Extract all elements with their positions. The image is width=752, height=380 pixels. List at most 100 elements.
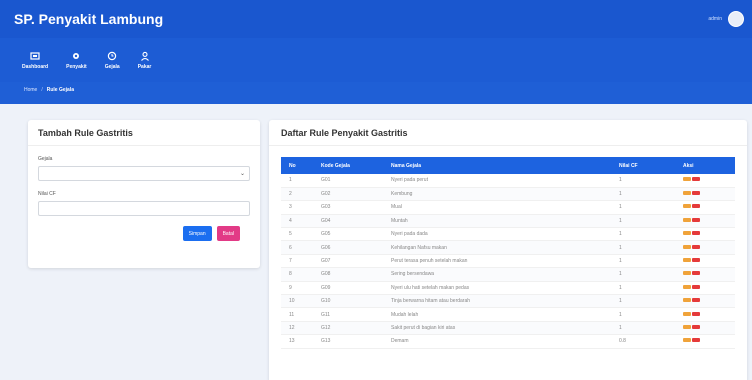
form-actions: Simpan Batal [38,226,250,241]
cell-kode: G07 [313,254,383,269]
delete-button[interactable] [692,244,700,249]
nav-item-pakar[interactable]: Pakar [137,51,152,70]
table-row: 5 G05 Nyeri pada dada 1 [281,227,735,242]
delete-button[interactable] [692,217,700,222]
cancel-button[interactable]: Batal [216,226,240,241]
cell-nilai: 1 [611,307,675,322]
cell-no: 5 [281,227,313,242]
cell-nama: Perut terasa penuh setelah makan [383,254,611,269]
cell-no: 9 [281,281,313,296]
cell-aksi [675,254,735,269]
delete-button[interactable] [692,204,700,209]
breadcrumb-current: Rule Gejala [46,87,74,93]
edit-button[interactable] [683,244,691,249]
table-row: 9 G09 Nyeri ulu hati setelah makan pedas 1 [281,281,735,296]
table-row: 1 G01 Nyeri pada perut 1 [281,174,735,188]
delete-button[interactable] [692,258,700,263]
nav-label-pakar: Pakar [137,63,152,70]
cell-nama: Nyeri pada perut [383,174,611,188]
cell-nama: Sering bersendawa [383,267,611,282]
cell-nilai: 1 [611,187,675,202]
edit-button[interactable] [683,298,691,303]
col-aksi: Aksi [675,157,735,174]
gejala-select[interactable]: ⌄ [38,166,250,181]
breadcrumb-home[interactable]: Home [24,87,37,93]
table-row: 4 G04 Muntah 1 [281,214,735,229]
cell-aksi [675,281,735,296]
delete-button[interactable] [692,284,700,289]
cell-aksi [675,240,735,255]
user-menu[interactable]: admin [708,11,744,27]
cell-nama: Mual [383,200,611,215]
col-kode: Kode Gejala [313,157,383,174]
cell-no: 2 [281,187,313,202]
cell-no: 7 [281,254,313,269]
edit-button[interactable] [683,284,691,289]
cell-aksi [675,334,735,349]
cell-nama: Kembung [383,187,611,202]
delete-button[interactable] [692,191,700,196]
cell-kode: G04 [313,214,383,229]
avatar[interactable] [728,11,744,27]
edit-button[interactable] [683,177,691,182]
edit-button[interactable] [683,338,691,343]
cell-nama: Tinja berwarna hitam atau berdarah [383,294,611,309]
cell-kode: G05 [313,227,383,242]
save-button[interactable]: Simpan [182,226,212,241]
cell-kode: G06 [313,240,383,255]
edit-button[interactable] [683,311,691,316]
delete-button[interactable] [692,311,700,316]
cell-nilai: 0.8 [611,334,675,349]
delete-button[interactable] [692,177,700,182]
cell-no: 8 [281,267,313,282]
edit-button[interactable] [683,217,691,222]
delete-button[interactable] [692,271,700,276]
cell-aksi [675,187,735,202]
delete-button[interactable] [692,338,700,343]
nav-label-dashboard: Dashboard [22,63,49,70]
add-rule-form: Gejala ⌄ Nilai CF Simpan Batal [28,146,260,241]
col-nama: Nama Gejala [383,157,611,174]
cell-no: 4 [281,214,313,229]
edit-button[interactable] [683,231,691,236]
nav-item-penyakit[interactable]: Penyakit [66,51,87,70]
edit-button[interactable] [683,258,691,263]
delete-button[interactable] [692,231,700,236]
cell-nilai: 1 [611,281,675,296]
edit-button[interactable] [683,204,691,209]
cell-aksi [675,174,735,188]
table-row: 11 G11 Mudah lelah 1 [281,307,735,322]
delete-button[interactable] [692,298,700,303]
cell-nilai: 1 [611,267,675,282]
nav-item-gejala[interactable]: Gejala [105,51,120,70]
cell-no: 10 [281,294,313,309]
cell-nama: Nyeri pada dada [383,227,611,242]
user-name: admin [708,16,722,22]
cell-kode: G12 [313,321,383,336]
nilai-cf-input[interactable] [38,201,250,216]
app-title: SP. Penyakit Lambung [14,11,164,27]
delete-button[interactable] [692,324,700,329]
cell-nilai: 1 [611,214,675,229]
add-rule-title: Tambah Rule Gastritis [28,120,260,146]
cell-kode: G03 [313,200,383,215]
nav-item-dashboard[interactable]: Dashboard [22,51,48,70]
edit-button[interactable] [683,324,691,329]
edit-button[interactable] [683,271,691,276]
table-row: 2 G02 Kembung 1 [281,187,735,202]
user-icon [140,51,149,61]
cell-nilai: 1 [611,174,675,188]
cell-no: 1 [281,174,313,188]
rule-list-title: Daftar Rule Penyakit Gastritis [269,120,747,146]
cell-nilai: 1 [611,254,675,269]
main-content: Tambah Rule Gastritis Gejala ⌄ Nilai CF … [0,104,752,380]
cell-nilai: 1 [611,240,675,255]
virus-icon [73,52,80,59]
cell-aksi [675,200,735,215]
edit-button[interactable] [683,191,691,196]
cell-aksi [675,214,735,229]
cell-kode: G11 [313,307,383,322]
cell-nama: Kehilangan Nafsu makan [383,240,611,255]
gejala-label: Gejala [38,156,53,162]
cell-nama: Demam [383,334,611,349]
